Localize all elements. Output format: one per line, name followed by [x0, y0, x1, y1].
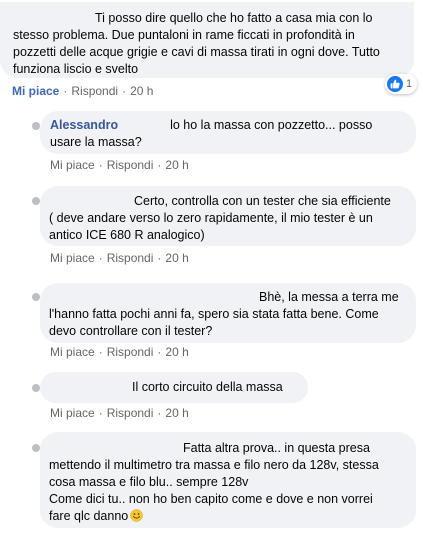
comment-text-line: funziona liscio e svelto — [13, 62, 139, 76]
avatar[interactable] — [32, 293, 40, 301]
comment-actions: Mi piace · Rispondi · 20 h — [12, 84, 154, 98]
comment-author[interactable]: Alessandro — [50, 118, 118, 132]
comment-text-line: cosa massa e filo blu.. sempre 128v — [49, 475, 249, 489]
comment-text-line: pozzetti delle acque grigie e cavi di ma… — [13, 45, 380, 59]
comment-bubble: Ti posso dire quello che ho fatto a casa… — [0, 2, 414, 78]
reply-button[interactable]: Rispondi — [107, 251, 154, 265]
smiley-emoji-icon — [130, 509, 144, 522]
like-button[interactable]: Mi piace — [12, 84, 59, 98]
timestamp[interactable]: 20 h — [165, 158, 188, 172]
comment-text-line: Ti posso dire quello che ho fatto a casa… — [95, 11, 373, 25]
avatar[interactable] — [32, 197, 40, 205]
like-button[interactable]: Mi piace — [50, 345, 95, 359]
comment-text-line: Fatta altra prova.. in questa presa — [183, 441, 370, 455]
avatar[interactable] — [32, 444, 40, 452]
avatar[interactable] — [32, 384, 40, 392]
comment-text-line: ( deve andare verso lo zero rapidamente,… — [49, 211, 373, 225]
reply-button[interactable]: Rispondi — [107, 406, 154, 420]
comment-text-line: stesso problema. Due puntaloni in rame f… — [13, 28, 355, 42]
comment-bubble: Il corto circuito della massa — [40, 372, 308, 403]
reply-button[interactable]: Rispondi — [71, 84, 118, 98]
comment-text-line: Alessandro lo ho la massa con pozzetto...… — [50, 118, 373, 132]
comment-actions: Mi piace · Rispondi · 20 h — [50, 251, 189, 265]
like-button[interactable]: Mi piace — [50, 251, 95, 265]
reply-button[interactable]: Rispondi — [107, 158, 154, 172]
comment-text-line: Come dici tu.. non ho ben capito come e … — [49, 492, 373, 506]
timestamp[interactable]: 20 h — [165, 345, 188, 359]
comment-text-line: mettendo il multimetro tra massa e filo … — [49, 458, 379, 472]
avatar[interactable] — [32, 122, 40, 130]
comment-bubble: Bhè, la messa a terra me l'hanno fatta p… — [40, 283, 416, 343]
comment-text-line: Il corto circuito della massa — [132, 380, 283, 394]
comment-text-line: antico ICE 680 R analogico) — [49, 228, 205, 242]
comment-actions: Mi piace · Rispondi · 20 h — [50, 406, 189, 420]
comment-bubble: Alessandro lo ho la massa con pozzetto...… — [40, 111, 416, 154]
timestamp[interactable]: 20 h — [130, 84, 153, 98]
comment-text-line: l'hanno fatta pochi anni fa, spero sia s… — [49, 307, 379, 321]
like-button[interactable]: Mi piace — [50, 406, 95, 420]
timestamp[interactable]: 20 h — [165, 406, 188, 420]
reaction-summary[interactable]: 1 — [385, 74, 418, 94]
reply-button[interactable]: Rispondi — [107, 345, 154, 359]
comment-bubble: Certo, controlla con un tester che sia e… — [40, 186, 416, 246]
comment-text-line: fare qlc danno — [49, 508, 406, 525]
comment-text-line: Certo, controlla con un tester che sia e… — [134, 194, 391, 208]
comment-actions: Mi piace · Rispondi · 20 h — [50, 158, 189, 172]
comment-text-line: Bhè, la messa a terra me — [259, 290, 399, 304]
comment-actions: Mi piace · Rispondi · 20 h — [50, 345, 189, 359]
reaction-count: 1 — [406, 78, 413, 90]
like-button[interactable]: Mi piace — [50, 158, 95, 172]
comment-text-line: devo controllare con il tester? — [49, 324, 213, 338]
comment-bubble: Fatta altra prova.. in questa presa mett… — [40, 432, 416, 528]
like-thumb-icon — [387, 76, 403, 92]
comment-text-line: usare la massa? — [50, 135, 142, 149]
timestamp[interactable]: 20 h — [165, 251, 188, 265]
